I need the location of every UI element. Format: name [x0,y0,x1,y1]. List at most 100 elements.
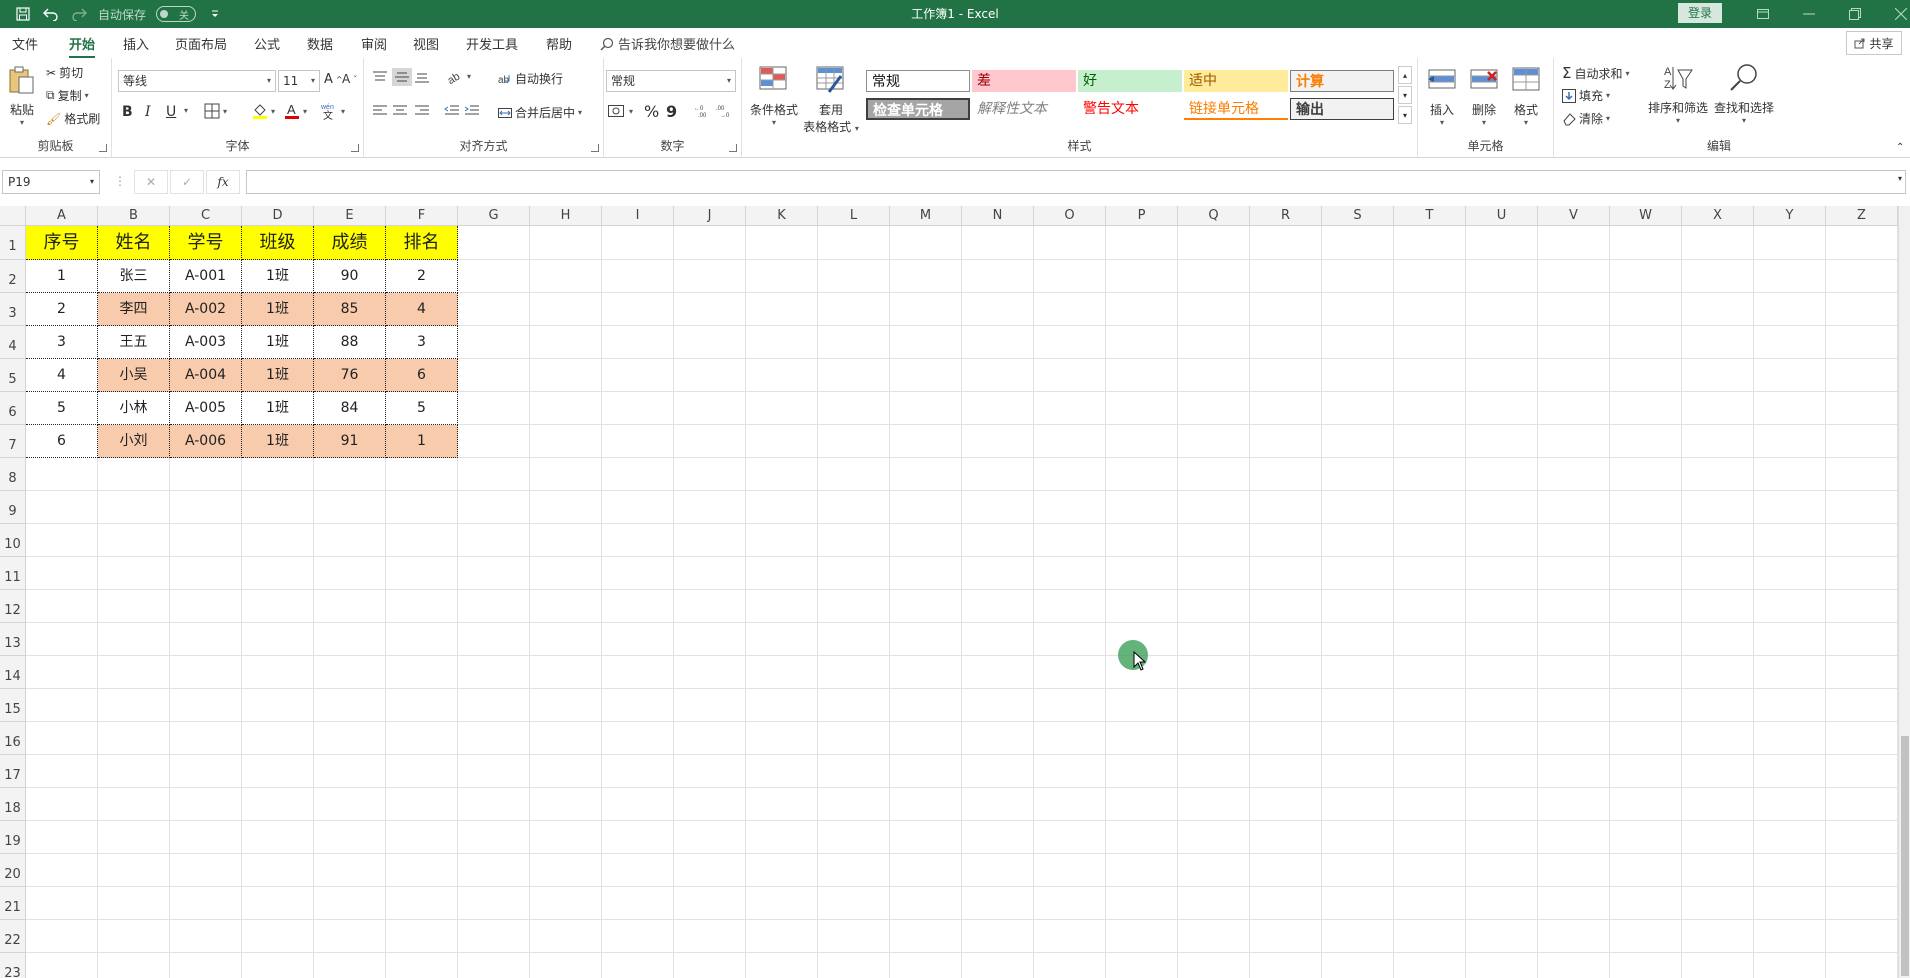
cell-v16[interactable] [1538,722,1610,755]
cell-z16[interactable] [1826,722,1898,755]
cell-g11[interactable] [458,557,530,590]
cell-x15[interactable] [1682,689,1754,722]
align-top-icon[interactable] [372,70,388,84]
wrap-text-button[interactable]: ab 自动换行 [498,70,563,87]
cell-m18[interactable] [890,788,962,821]
column-header-f[interactable]: F [386,206,458,226]
cell-q1[interactable] [1178,226,1250,260]
cell-m15[interactable] [890,689,962,722]
cell-u12[interactable] [1466,590,1538,623]
cell-t20[interactable] [1394,854,1466,887]
cell-k12[interactable] [746,590,818,623]
login-button[interactable]: 登录 [1678,3,1722,23]
cell-w18[interactable] [1610,788,1682,821]
cell-a5[interactable]: 4 [26,359,98,392]
cell-n18[interactable] [962,788,1034,821]
cell-b1[interactable]: 姓名 [98,226,170,260]
cell-c14[interactable] [170,656,242,689]
cell-o22[interactable] [1034,920,1106,953]
cell-p17[interactable] [1106,755,1178,788]
align-right-icon[interactable] [414,104,430,118]
cell-p10[interactable] [1106,524,1178,557]
cancel-entry-icon[interactable]: ✕ [134,170,168,194]
cell-u9[interactable] [1466,491,1538,524]
cell-d11[interactable] [242,557,314,590]
cell-s2[interactable] [1322,260,1394,293]
copy-button[interactable]: ⧉ 复制 ▾ [46,87,89,104]
cell-d12[interactable] [242,590,314,623]
cell-z4[interactable] [1826,326,1898,359]
cell-s5[interactable] [1322,359,1394,392]
cell-i16[interactable] [602,722,674,755]
cell-h13[interactable] [530,623,602,656]
cell-u6[interactable] [1466,392,1538,425]
cell-p23[interactable] [1106,953,1178,978]
cell-e18[interactable] [314,788,386,821]
cell-i10[interactable] [602,524,674,557]
cell-t15[interactable] [1394,689,1466,722]
cell-r8[interactable] [1250,458,1322,491]
cell-v17[interactable] [1538,755,1610,788]
cell-h7[interactable] [530,425,602,458]
cell-t21[interactable] [1394,887,1466,920]
cell-i20[interactable] [602,854,674,887]
cell-l4[interactable] [818,326,890,359]
cell-g2[interactable] [458,260,530,293]
decrease-decimal-icon[interactable]: .00 →0 [716,104,734,118]
cell-y4[interactable] [1754,326,1826,359]
column-header-s[interactable]: S [1322,206,1394,226]
cell-z14[interactable] [1826,656,1898,689]
cell-d5[interactable]: 1班 [242,359,314,392]
cell-g5[interactable] [458,359,530,392]
number-format-combo[interactable]: 常规 ▾ [606,70,736,92]
cell-o4[interactable] [1034,326,1106,359]
cell-q12[interactable] [1178,590,1250,623]
cell-d15[interactable] [242,689,314,722]
cell-x1[interactable] [1682,226,1754,260]
cell-f16[interactable] [386,722,458,755]
cell-w14[interactable] [1610,656,1682,689]
cell-n2[interactable] [962,260,1034,293]
tab-review[interactable]: 审阅 [361,34,387,53]
cell-q2[interactable] [1178,260,1250,293]
minimize-icon[interactable] [1786,0,1832,28]
cell-j3[interactable] [674,293,746,326]
cell-u1[interactable] [1466,226,1538,260]
cell-t18[interactable] [1394,788,1466,821]
styles-scroll-up[interactable]: ▴ [1398,66,1412,84]
styles-scroll-down[interactable]: ▾ [1398,86,1412,104]
cell-y14[interactable] [1754,656,1826,689]
cell-c5[interactable]: A-004 [170,359,242,392]
tab-view[interactable]: 视图 [413,34,439,53]
cell-y21[interactable] [1754,887,1826,920]
cell-v2[interactable] [1538,260,1610,293]
cell-r23[interactable] [1250,953,1322,978]
cell-x8[interactable] [1682,458,1754,491]
cell-c20[interactable] [170,854,242,887]
cell-e2[interactable]: 90 [314,260,386,293]
cell-n12[interactable] [962,590,1034,623]
align-left-icon[interactable] [372,104,388,118]
cell-u19[interactable] [1466,821,1538,854]
cell-y17[interactable] [1754,755,1826,788]
decrease-indent-icon[interactable] [444,104,460,118]
clear-button[interactable]: 清除 ▾ [1562,110,1610,127]
cell-a13[interactable] [26,623,98,656]
style-neutral[interactable]: 适中 [1184,70,1288,92]
cell-k19[interactable] [746,821,818,854]
cell-j23[interactable] [674,953,746,978]
cell-b12[interactable] [98,590,170,623]
column-header-p[interactable]: P [1106,206,1178,226]
cell-n21[interactable] [962,887,1034,920]
cell-v9[interactable] [1538,491,1610,524]
cell-v15[interactable] [1538,689,1610,722]
border-button[interactable]: ▾ [204,103,227,119]
cell-k21[interactable] [746,887,818,920]
cell-t13[interactable] [1394,623,1466,656]
cell-t6[interactable] [1394,392,1466,425]
style-bad[interactable]: 差 [972,70,1076,92]
cell-u11[interactable] [1466,557,1538,590]
cell-r14[interactable] [1250,656,1322,689]
cell-m3[interactable] [890,293,962,326]
scrollbar-thumb[interactable] [1901,736,1909,976]
